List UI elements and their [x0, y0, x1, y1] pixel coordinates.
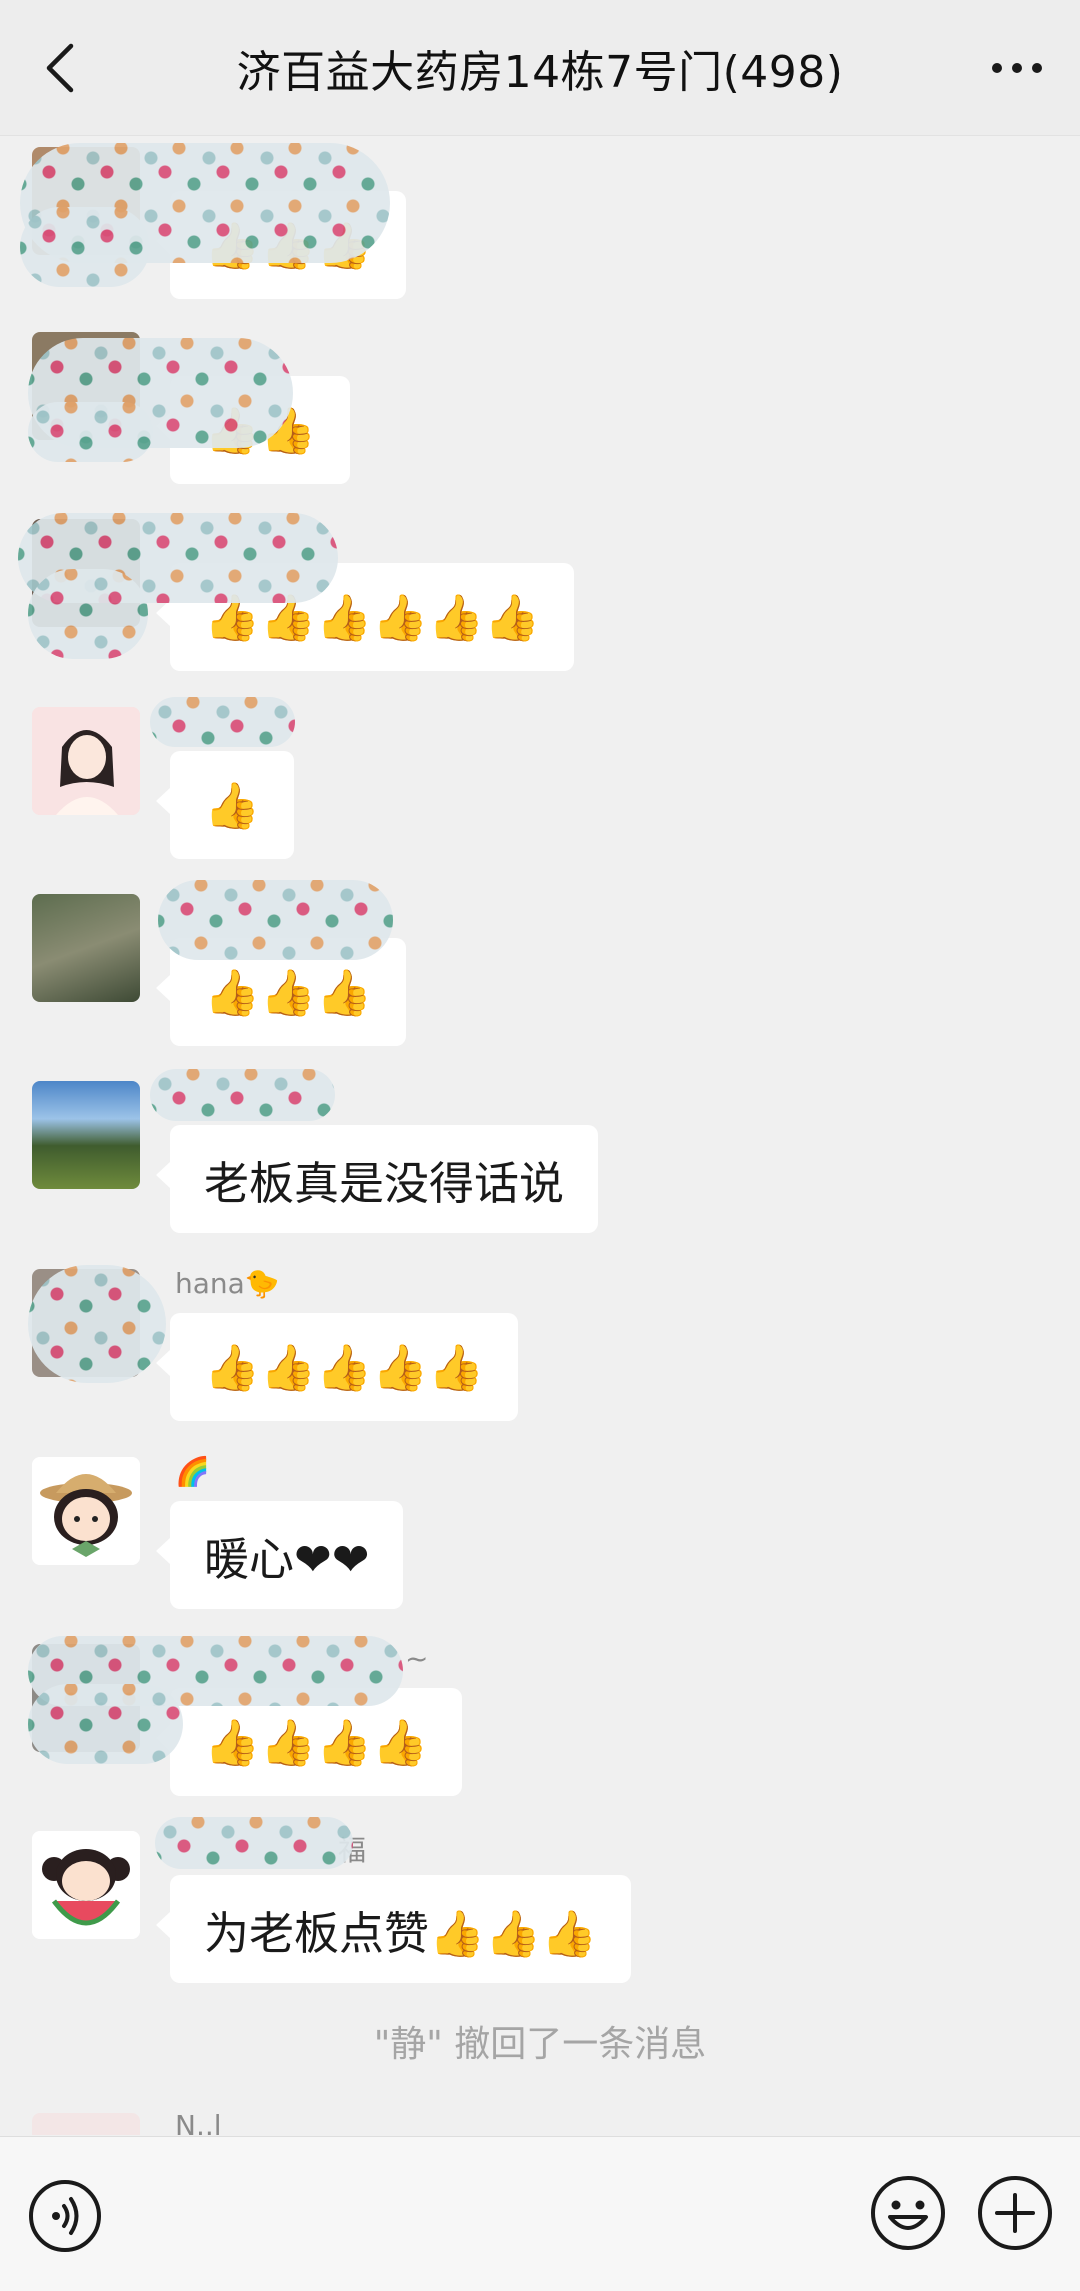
privacy-blur-overlay: [150, 1069, 335, 1121]
voice-button[interactable]: [26, 2177, 104, 2255]
sender-name: ~: [405, 1642, 429, 1675]
avatar[interactable]: [32, 894, 140, 1002]
avatar-girl-illustration: [32, 707, 140, 815]
message-bubble[interactable]: 👍: [155, 751, 295, 859]
message-text: 为老板点赞👍👍👍: [204, 1906, 598, 1960]
avatar[interactable]: [32, 1081, 140, 1189]
emoji-button[interactable]: [868, 2173, 948, 2253]
chat-header: 济百益大药房14栋7号门(498): [0, 0, 1080, 136]
avatar[interactable]: [32, 1831, 140, 1939]
message-text: 👍👍👍👍👍: [204, 1340, 485, 1394]
message-text: 老板真是没得话说: [204, 1156, 565, 1210]
privacy-blur-overlay: [20, 207, 150, 287]
message-list[interactable]: 👍👍👍 👍👍 👍👍👍👍👍👍 👍: [0, 137, 1080, 2135]
message-text: 👍👍👍👍: [204, 1715, 429, 1769]
message-text: 👍👍👍: [204, 965, 373, 1019]
privacy-blur-overlay: [155, 1817, 353, 1869]
more-functions-button[interactable]: [975, 2173, 1055, 2253]
chevron-left-icon: [46, 43, 74, 93]
privacy-blur-overlay: [28, 1684, 183, 1764]
privacy-blur-overlay: [28, 569, 148, 659]
privacy-blur-overlay: [158, 880, 393, 960]
voice-icon: [29, 2180, 101, 2252]
sender-name: 🌈: [175, 1455, 210, 1488]
avatar[interactable]: [32, 2113, 140, 2135]
chat-title: 济百益大药房14栋7号门(498): [236, 46, 844, 98]
message-text: 暖心❤❤: [204, 1532, 370, 1586]
message-text: 👍: [204, 778, 261, 832]
recall-notice: "静" 撤回了一条消息: [373, 2024, 707, 2065]
avatar[interactable]: [32, 707, 140, 815]
more-button[interactable]: [982, 38, 1052, 98]
message-bubble[interactable]: 为老板点赞👍👍👍: [155, 1875, 632, 1983]
privacy-blur-overlay: [28, 402, 153, 462]
privacy-blur-overlay: [28, 1265, 166, 1383]
privacy-blur-overlay: [150, 697, 295, 747]
message-bubble[interactable]: 老板真是没得话说: [155, 1125, 599, 1233]
more-dots-icon: [992, 63, 1042, 73]
avatar-girl-hat-illustration: [32, 1457, 140, 1565]
avatar[interactable]: [32, 1457, 140, 1565]
back-button[interactable]: [30, 38, 90, 98]
message-input[interactable]: [134, 2169, 854, 2261]
sender-name: hana🐤: [175, 1267, 280, 1300]
sender-name: N..l: [175, 2109, 222, 2135]
plus-icon: [978, 2176, 1052, 2250]
message-bubble[interactable]: 暖心❤❤: [155, 1501, 404, 1609]
input-bar: [0, 2136, 1080, 2291]
message-bubble[interactable]: 👍👍👍👍👍: [155, 1313, 519, 1421]
emoji-smile-icon: [871, 2176, 945, 2250]
avatar-watermelon-girl-illustration: [32, 1831, 140, 1939]
